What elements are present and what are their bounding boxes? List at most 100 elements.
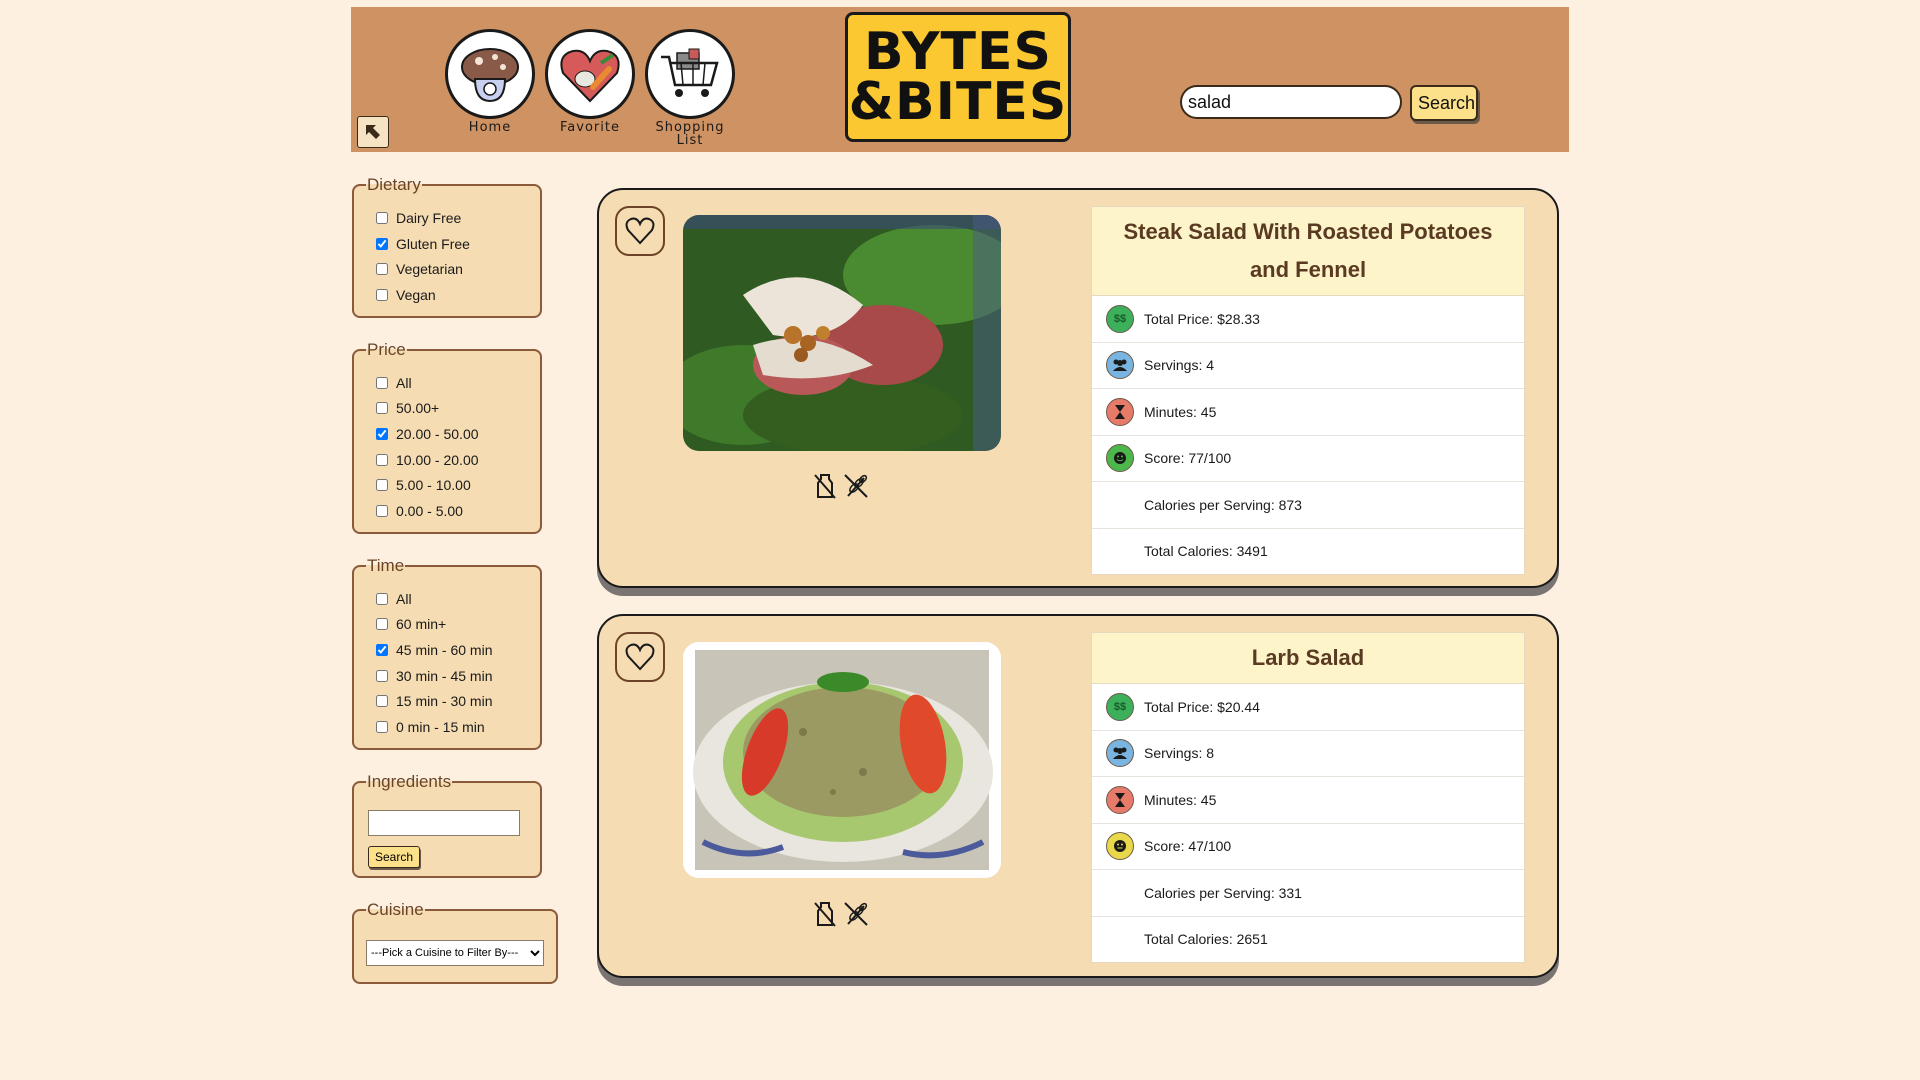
search-input[interactable] [1180,85,1402,119]
minutes-text: Minutes: 45 [1144,403,1217,420]
money-icon: $$ [1106,692,1134,721]
hourglass-icon [1106,397,1134,426]
score-text: Score: 77/100 [1144,450,1232,467]
option-label: 15 min - 30 min [396,693,493,710]
hourglass-icon [1106,785,1134,814]
time-checkbox[interactable] [376,644,388,657]
time-checkbox[interactable] [376,618,388,631]
calories-serving-text: Calories per Serving: 331 [1144,884,1302,901]
shopping-cart-icon [645,29,735,119]
price-checkbox[interactable] [376,376,388,389]
recipe-title[interactable]: Larb Salad [1092,633,1524,684]
servings-text: Servings: 8 [1144,745,1215,762]
mushroom-house-icon [445,29,535,119]
dairy-free-icon [814,474,836,499]
cuisine-legend: Cuisine [367,900,424,919]
price-checkbox[interactable] [376,402,388,415]
bytes-bites-logo[interactable]: BYTES &BITES [845,12,1071,142]
time-filter: Time All 60 min+ 45 min - 60 min 30 min … [352,555,542,750]
ingredients-legend: Ingredients [367,772,452,791]
filter-option[interactable]: 20.00 - 50.00 [366,421,530,447]
filter-option[interactable]: Gluten Free [366,231,530,257]
logo-line-2: &BITES [848,72,1068,132]
ingredients-input[interactable] [368,810,520,836]
option-label: All [396,590,412,607]
search-button[interactable]: Search [1410,85,1478,121]
dietary-checkbox[interactable] [376,237,388,250]
nav-home[interactable]: Home [440,29,540,134]
option-label: 60 min+ [396,616,447,633]
price-checkbox[interactable] [376,453,388,466]
calories-serving-row: Calories per Serving: 331 [1092,870,1524,917]
price-checkbox[interactable] [376,427,388,440]
smiley-icon [1106,832,1134,861]
favorite-button[interactable] [615,206,665,256]
price-checkbox[interactable] [376,505,388,518]
option-label: 20.00 - 50.00 [396,425,479,442]
dietary-checkbox[interactable] [376,263,388,276]
minutes-row: Minutes: 45 [1092,389,1524,436]
back-button[interactable] [357,116,389,148]
price-legend: Price [367,339,406,359]
time-checkbox[interactable] [376,669,388,682]
ingredients-search-button[interactable]: Search [368,846,421,868]
filter-option[interactable]: 15 min - 30 min [366,689,530,715]
filter-option[interactable]: Vegetarian [366,256,530,282]
heart-vegetables-icon [545,29,635,119]
header-search: Search [1180,85,1478,121]
price-filter: Price All 50.00+ 20.00 - 50.00 10.00 - 2… [352,339,542,534]
heart-icon [625,217,655,245]
option-label: Dairy Free [396,209,462,226]
cuisine-filter: Cuisine ---Pick a Cuisine to Filter By--… [352,900,558,984]
gluten-free-icon [844,902,868,926]
time-checkbox[interactable] [376,721,388,734]
time-legend: Time [367,555,405,575]
recipe-info-table: Larb Salad $$ Total Price: $20.44 Servin… [1091,632,1525,963]
filter-option[interactable]: 0 min - 15 min [366,714,530,740]
filter-option[interactable]: 50.00+ [366,395,530,421]
calories-total-text: Total Calories: 3491 [1144,543,1268,560]
option-label: 45 min - 60 min [396,642,493,659]
nav-home-label: Home [468,120,512,135]
price-checkbox[interactable] [376,479,388,492]
option-label: Vegan [396,286,436,303]
filter-option[interactable]: 0.00 - 5.00 [366,498,530,524]
filter-option[interactable]: 60 min+ [366,612,530,638]
nav-shopping-list[interactable]: Shopping List [640,29,740,147]
money-icon: $$ [1106,304,1134,333]
dietary-legend: Dietary [367,175,421,194]
header-bar: Home Favorite Shopping List BYTES &BITES… [351,7,1569,152]
recipe-title[interactable]: Steak Salad With Roasted Potatoes and Fe… [1092,207,1524,296]
filter-sidebar: Dietary Dairy Free Gluten Free Vegetaria… [352,175,562,1006]
dietary-checkbox[interactable] [376,211,388,224]
arrow-up-left-icon [366,125,380,139]
filter-option[interactable]: 30 min - 45 min [366,663,530,689]
diet-icons [812,472,870,500]
filter-option[interactable]: All [366,586,530,612]
score-text: Score: 47/100 [1144,838,1232,855]
cuisine-select[interactable]: ---Pick a Cuisine to Filter By--- [366,940,544,966]
filter-option[interactable]: Vegan [366,282,530,308]
recipe-info-table: Steak Salad With Roasted Potatoes and Fe… [1091,206,1525,575]
filter-option[interactable]: Dairy Free [366,205,530,231]
calories-serving-text: Calories per Serving: 873 [1144,496,1302,513]
logo-line-1: BYTES [864,22,1052,82]
filter-option[interactable]: 45 min - 60 min [366,637,530,663]
price-row: $$ Total Price: $28.33 [1092,296,1524,343]
nav-favorite[interactable]: Favorite [540,29,640,134]
time-checkbox[interactable] [376,592,388,605]
favorite-button[interactable] [615,632,665,682]
diet-icons [812,900,870,928]
heart-icon [625,643,655,671]
filter-option[interactable]: All [366,370,530,396]
filter-option[interactable]: 5.00 - 10.00 [366,473,530,499]
option-label: 30 min - 45 min [396,667,493,684]
servings-row: Servings: 4 [1092,343,1524,389]
time-checkbox[interactable] [376,695,388,708]
option-label: 5.00 - 10.00 [396,477,471,494]
filter-option[interactable]: 10.00 - 20.00 [366,447,530,473]
option-label: All [396,374,412,391]
calories-total-row: Total Calories: 2651 [1092,917,1524,963]
dietary-filter: Dietary Dairy Free Gluten Free Vegetaria… [352,175,542,318]
dietary-checkbox[interactable] [376,288,388,301]
